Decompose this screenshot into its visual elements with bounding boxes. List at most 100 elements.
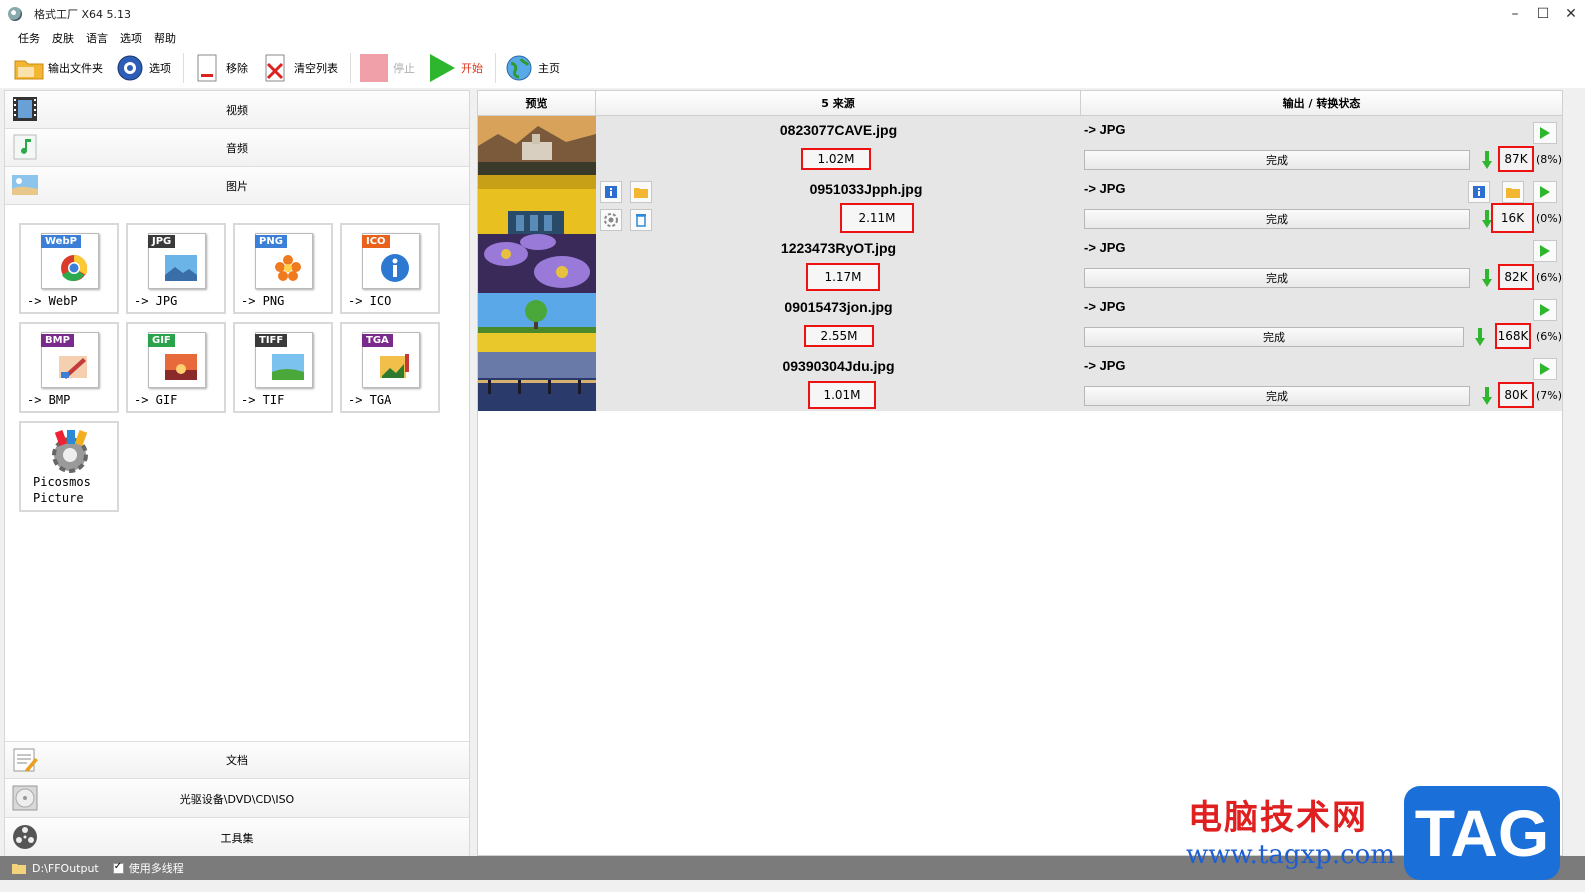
format-jpg-button[interactable]: JPG -> JPG — [126, 223, 226, 314]
source-size: 1.01M — [808, 381, 876, 409]
meadow-icon — [272, 354, 304, 380]
delete-button[interactable] — [630, 209, 652, 231]
options-label: 选项 — [149, 62, 171, 75]
film-icon — [11, 95, 41, 125]
folder-icon — [634, 188, 648, 198]
picture-icon — [11, 171, 41, 201]
task-list-header: 预览 5 来源 输出 / 转换状态 — [478, 91, 1562, 116]
output-size: 168K — [1495, 323, 1531, 349]
task-row[interactable]: 09015473jon.jpg 2.55M -> JPG 完成 168K (6%… — [478, 293, 1562, 352]
minimize-button[interactable]: – — [1501, 0, 1529, 28]
format-label: -> ICO — [348, 294, 392, 308]
format-tga-button[interactable]: TGA -> TGA — [340, 322, 440, 413]
output-path[interactable]: D:\FFOutput — [32, 862, 99, 875]
open-folder-button[interactable] — [630, 181, 652, 203]
source-size: 2.11M — [840, 203, 914, 233]
start-button[interactable]: 开始 — [427, 53, 483, 83]
sunset-icon — [165, 354, 197, 380]
remove-button[interactable]: 移除 — [192, 53, 248, 83]
output-format: -> JPG — [1084, 240, 1126, 255]
toolbar-separator — [183, 53, 184, 83]
title-bar: 格式工厂 X64 5.13 – ☐ ✕ — [0, 0, 1585, 28]
format-tag: GIF — [148, 334, 175, 347]
arrow-down-icon — [1482, 151, 1492, 169]
format-png-button[interactable]: PNG -> PNG — [233, 223, 333, 314]
menu-language[interactable]: 语言 — [86, 30, 108, 46]
category-audio-label: 音频 — [226, 141, 248, 155]
category-image[interactable]: 图片 — [5, 167, 469, 205]
format-gif-button[interactable]: GIF -> GIF — [126, 322, 226, 413]
play-button[interactable] — [1533, 122, 1557, 144]
task-row[interactable]: 0951033Jpph.jpg 2.11M -> JPG 完成 16K (0%) — [478, 175, 1562, 234]
play-icon — [1540, 186, 1550, 198]
remove-icon — [192, 53, 222, 83]
picosmos-picture-button[interactable]: Picosmos Picture — [19, 421, 119, 512]
compression-ratio: (0%) — [1536, 212, 1563, 225]
output-size: 80K — [1498, 382, 1534, 408]
category-panel: 视频 音频 图片 WebP -> WebP JPG -> JPG PNG -> … — [4, 90, 470, 857]
settings-button[interactable] — [600, 209, 622, 231]
arrow-down-icon — [1482, 269, 1492, 287]
picosmos-icon — [52, 430, 88, 473]
category-video[interactable]: 视频 — [5, 91, 469, 129]
menu-help[interactable]: 帮助 — [154, 30, 176, 46]
open-folder-button[interactable] — [1502, 181, 1524, 203]
category-video-label: 视频 — [226, 103, 248, 117]
column-output[interactable]: 输出 / 转换状态 — [1081, 91, 1562, 115]
play-button[interactable] — [1533, 181, 1557, 203]
stop-icon — [359, 53, 389, 83]
category-audio[interactable]: 音频 — [5, 129, 469, 167]
menu-options[interactable]: 选项 — [120, 30, 142, 46]
output-size: 16K — [1491, 203, 1534, 233]
folder-icon — [12, 864, 26, 874]
progress-bar: 完成 — [1084, 150, 1470, 170]
picosmos-label: Picosmos Picture — [33, 474, 91, 506]
output-format: -> JPG — [1084, 299, 1126, 314]
info-button[interactable] — [600, 181, 622, 203]
category-document[interactable]: 文档 — [5, 741, 469, 779]
format-label: -> WebP — [27, 294, 78, 308]
compression-ratio: (6%) — [1536, 330, 1563, 343]
home-button[interactable]: 主页 — [504, 53, 560, 83]
output-folder-button[interactable]: 输出文件夹 — [14, 53, 103, 83]
clear-list-icon — [260, 53, 290, 83]
format-tag: TGA — [362, 334, 393, 347]
close-button[interactable]: ✕ — [1557, 0, 1585, 28]
multithread-label: 使用多线程 — [128, 862, 184, 875]
play-icon — [1540, 127, 1550, 139]
format-label: -> TIF — [241, 393, 285, 407]
stop-button[interactable]: 停止 — [359, 53, 415, 83]
column-source[interactable]: 5 来源 — [596, 91, 1081, 115]
format-tiff-button[interactable]: TIFF -> TIF — [233, 322, 333, 413]
options-button[interactable]: 选项 — [115, 53, 171, 83]
remove-label: 移除 — [226, 62, 248, 75]
format-bmp-button[interactable]: BMP -> BMP — [19, 322, 119, 413]
format-webp-button[interactable]: WebP -> WebP — [19, 223, 119, 314]
category-tools[interactable]: 工具集 — [5, 819, 469, 857]
play-button[interactable] — [1533, 240, 1557, 262]
source-size: 1.02M — [801, 148, 871, 170]
format-tag: WebP — [41, 235, 81, 248]
source-size: 1.17M — [806, 263, 880, 291]
format-tag: PNG — [255, 235, 287, 248]
thumbnail-castle — [478, 116, 596, 175]
clear-list-button[interactable]: 清空列表 — [260, 53, 338, 83]
task-row[interactable]: 1223473RyOT.jpg 1.17M -> JPG 完成 82K (6%) — [478, 234, 1562, 293]
task-row[interactable]: 0823077CAVE.jpg 1.02M -> JPG 完成 87K (8%) — [478, 116, 1562, 175]
format-ico-button[interactable]: ICO -> ICO — [340, 223, 440, 314]
column-preview[interactable]: 预览 — [478, 91, 596, 115]
output-folder-label: 输出文件夹 — [48, 62, 103, 75]
menu-skin[interactable]: 皮肤 — [52, 30, 74, 46]
stop-label: 停止 — [393, 62, 415, 75]
task-row[interactable]: 09390304Jdu.jpg 1.01M -> JPG 完成 80K (7%) — [478, 352, 1562, 411]
toolbar: 输出文件夹 选项 移除 清空列表 停止 开始 主页 — [0, 48, 1585, 88]
info-icon — [1473, 186, 1485, 198]
multithread-checkbox[interactable] — [112, 861, 124, 874]
menu-task[interactable]: 任务 — [18, 30, 40, 46]
play-button[interactable] — [1533, 299, 1557, 321]
maximize-button[interactable]: ☐ — [1529, 0, 1557, 28]
info-button[interactable] — [1468, 181, 1490, 203]
category-disc[interactable]: 光驱设备\DVD\CD\ISO — [5, 780, 469, 818]
source-size: 2.55M — [804, 325, 874, 347]
play-button[interactable] — [1533, 358, 1557, 380]
